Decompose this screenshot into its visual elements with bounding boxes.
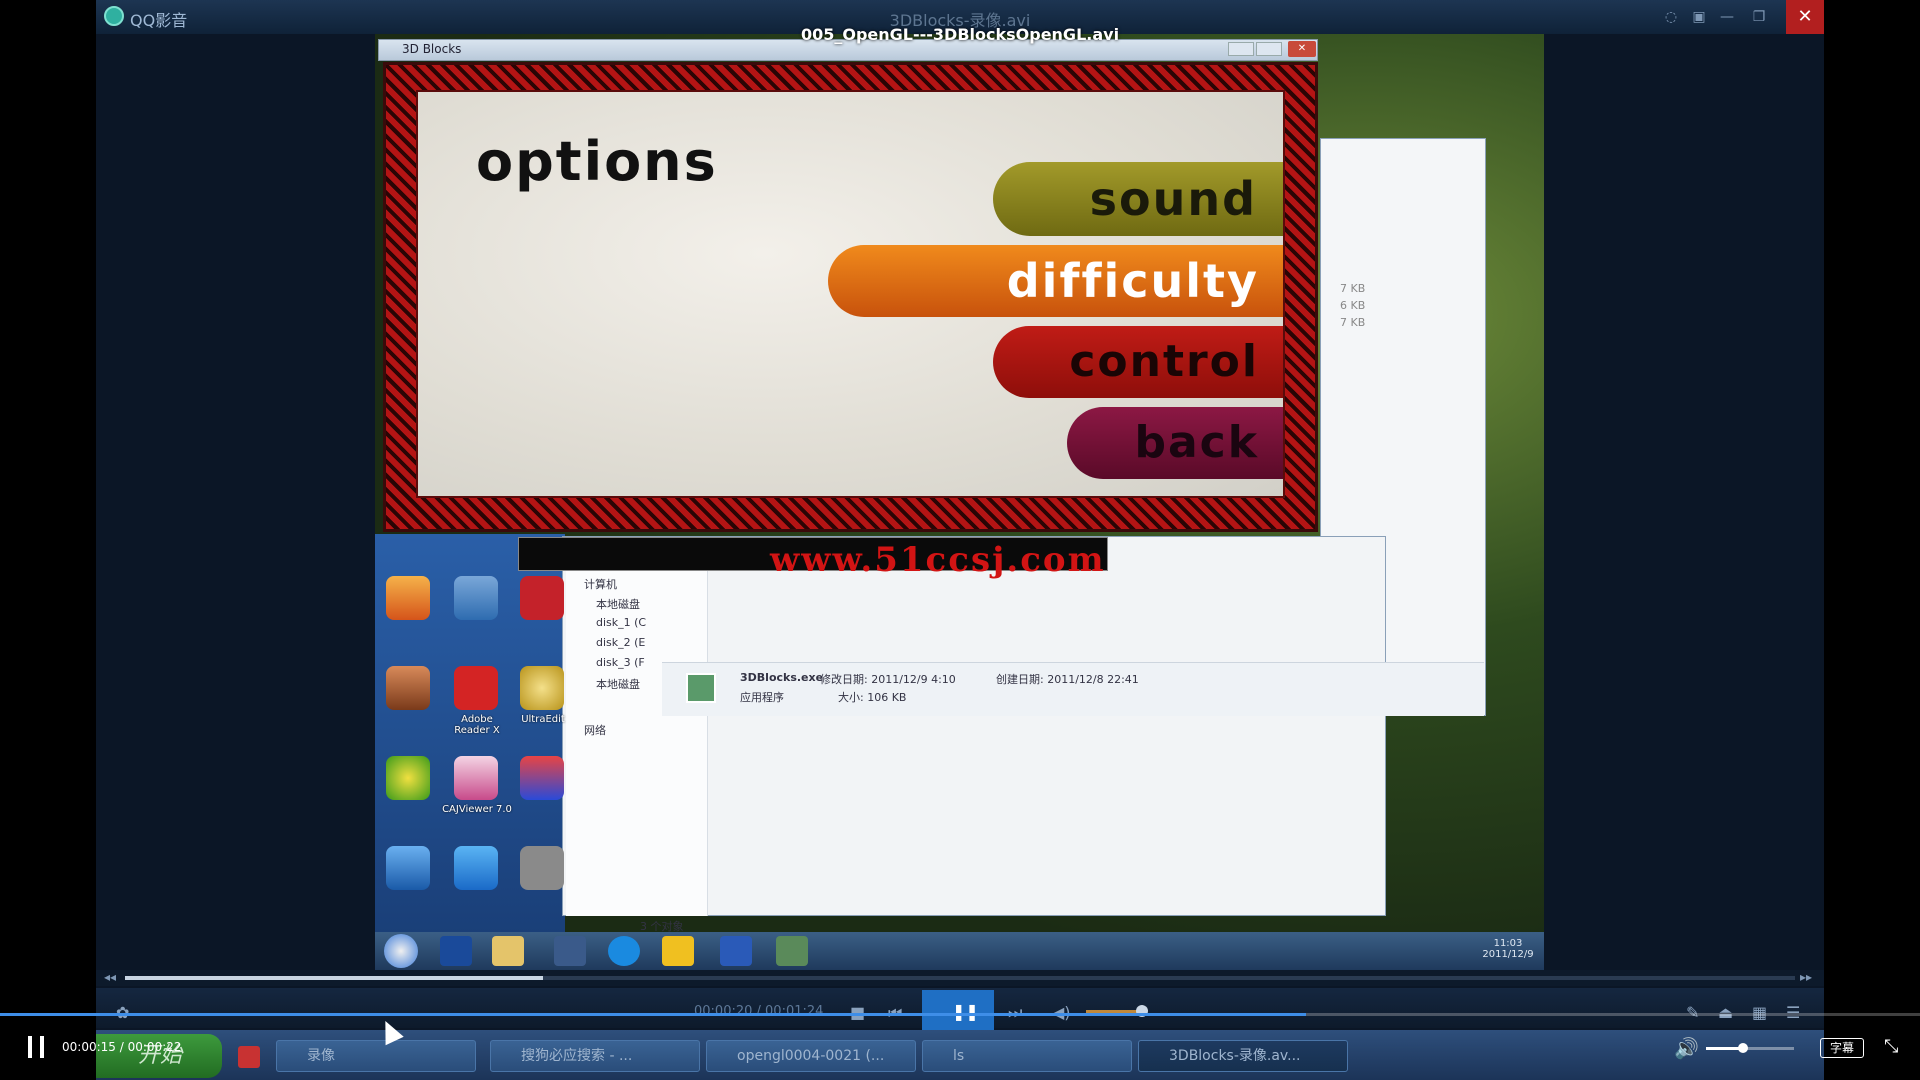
windows-start-icon xyxy=(384,934,418,968)
size-item: 7 KB xyxy=(1340,316,1366,329)
folder-icon xyxy=(492,936,524,966)
restore-icon[interactable]: ❐ xyxy=(1750,8,1768,26)
game-minimize-button[interactable] xyxy=(1228,42,1254,56)
host-volume-knob[interactable] xyxy=(1737,1043,1748,1053)
file-type: 应用程序 xyxy=(740,691,784,704)
watermark-text: www.51ccsj.com xyxy=(770,540,1106,580)
app-icon xyxy=(554,936,586,966)
control-button[interactable]: control xyxy=(993,326,1283,398)
cajviewer-label: CAJViewer 7.0 xyxy=(442,804,512,815)
pause-icon: ❚❚ xyxy=(952,1002,979,1021)
seek-back-icon[interactable]: ◂◂ xyxy=(104,970,116,984)
app-icon xyxy=(776,936,808,966)
sigma-icon[interactable] xyxy=(454,846,498,890)
task-ls-folder[interactable]: ls xyxy=(922,1040,1132,1072)
host-pause-icon[interactable] xyxy=(28,1036,48,1060)
cajviewer-icon[interactable] xyxy=(454,756,498,800)
seek-forward-icon[interactable]: ▸▸ xyxy=(1800,970,1812,984)
app-icon[interactable] xyxy=(386,666,430,710)
flash-icon[interactable] xyxy=(520,576,564,620)
sogou-icon xyxy=(608,936,640,966)
nav-local-disk-2[interactable]: 本地磁盘 xyxy=(596,676,640,692)
security-icon[interactable] xyxy=(386,756,430,800)
exit-fullscreen-icon[interactable]: ⤡ xyxy=(1884,1036,1898,1057)
app-icon[interactable] xyxy=(520,756,564,800)
video-overlay-title: 005_OpenGL---3DBlocksOpenGL.avi xyxy=(800,25,1120,44)
difficulty-button[interactable]: difficulty xyxy=(828,245,1283,317)
feedback-icon[interactable]: ◌ xyxy=(1662,8,1680,26)
task-recording[interactable]: 录像 xyxy=(276,1040,476,1072)
sound-button[interactable]: sound xyxy=(993,162,1283,236)
app-icon[interactable] xyxy=(520,846,564,890)
file-size: 大小: 106 KB xyxy=(838,691,907,704)
host-volume-icon[interactable]: 🔊 xyxy=(1674,1036,1699,1060)
clock-time: 11:03 xyxy=(1493,938,1523,949)
mini-mode-icon[interactable]: ▣ xyxy=(1690,8,1708,26)
app-icon[interactable] xyxy=(386,846,430,890)
qq-time-display: 00:00:20 / 00:01:24 xyxy=(694,1004,824,1019)
task-opengl-folder[interactable]: opengl0004-0021 (... xyxy=(706,1040,916,1072)
size-item: 7 KB xyxy=(1340,282,1366,295)
explorer-nav: 计算机 本地磁盘 disk_1 (C disk_2 (E disk_3 (F 本… xyxy=(566,568,708,916)
app-icon[interactable] xyxy=(386,576,430,620)
word-icon xyxy=(720,936,752,966)
host-time-display: 00:00:15 / 00:00:22 xyxy=(62,1040,182,1054)
qq-seek-fill xyxy=(125,976,543,980)
play-pause-button[interactable]: ❚❚ xyxy=(922,990,994,1030)
subtitle-button[interactable]: 字幕 xyxy=(1820,1038,1864,1058)
recorded-clock: 11:03 2011/12/9 xyxy=(1478,938,1538,960)
back-button[interactable]: back xyxy=(1067,407,1283,479)
exe-file-icon xyxy=(686,673,716,703)
task-video[interactable]: 3DBlocks-录像.av... xyxy=(1138,1040,1348,1072)
host-progress-fill xyxy=(0,1013,1306,1016)
nav-disk-2[interactable]: disk_2 (E xyxy=(596,636,645,649)
size-item: 6 KB xyxy=(1340,299,1366,312)
ultraedit-label: UltraEdit xyxy=(521,714,565,725)
file-created: 创建日期: 2011/12/8 22:41 xyxy=(996,673,1139,686)
nav-network[interactable]: 网络 xyxy=(584,722,606,738)
minimize-icon[interactable]: — xyxy=(1718,8,1736,26)
nav-computer[interactable]: 计算机 xyxy=(584,576,617,592)
file-name: 3DBlocks.exe xyxy=(740,671,824,684)
nav-disk-1[interactable]: disk_1 (C xyxy=(596,616,646,629)
task-search[interactable]: 搜狗必应搜索 - ... xyxy=(490,1040,700,1072)
nav-local-disk[interactable]: 本地磁盘 xyxy=(596,596,640,612)
recorded-taskbar xyxy=(375,932,1544,970)
game-window-title: 3D Blocks xyxy=(402,42,462,56)
qq-penguin-icon xyxy=(662,936,694,966)
adobe-reader-label: Adobe Reader X xyxy=(454,714,500,736)
ultraedit-icon[interactable] xyxy=(520,666,564,710)
game-maximize-button[interactable] xyxy=(1256,42,1282,56)
sogou-taskbar-icon[interactable] xyxy=(238,1046,260,1068)
file-modified: 修改日期: 2011/12/9 4:10 xyxy=(820,673,956,686)
nav-disk-3[interactable]: disk_3 (F xyxy=(596,656,645,669)
dev-icon xyxy=(440,936,472,966)
size-list: 7 KB 6 KB 7 KB xyxy=(1340,282,1365,329)
options-heading: options xyxy=(476,130,718,193)
clock-date: 2011/12/9 xyxy=(1482,949,1534,960)
adobe-reader-icon[interactable] xyxy=(454,666,498,710)
explorer-details-pane: 3DBlocks.exe 修改日期: 2011/12/9 4:10 创建日期: … xyxy=(662,662,1484,716)
archive-icon[interactable] xyxy=(454,576,498,620)
